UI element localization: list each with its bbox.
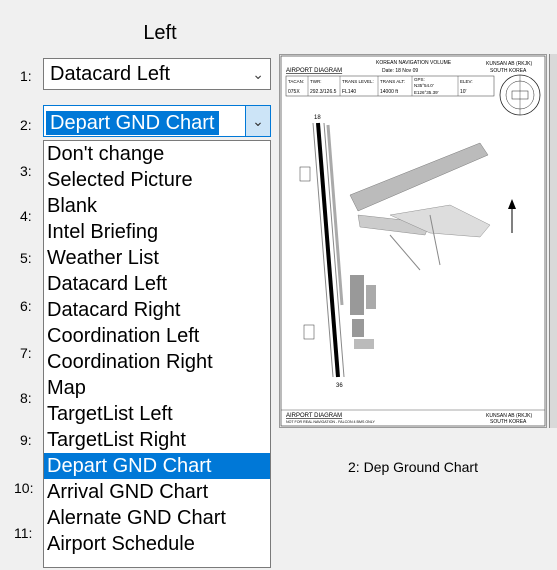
diagram-header-date: Date: 18 Nov 09 [382,68,418,74]
hold-sign [299,166,311,182]
info-value: 075X [288,89,300,95]
diagram-footer-left: AIRPORT DIAGRAM [286,413,342,419]
info-key: TACAN: [288,79,304,84]
row-number: 6: [20,298,32,314]
info-value: 292.3/126.5 [310,89,337,95]
building [354,339,374,349]
dropdown-option[interactable]: TargetList Left [44,401,270,427]
dropdown-option[interactable]: Intel Briefing [44,219,270,245]
airport-diagram-image: KOREAN NAVIGATION VOLUME AIRPORT DIAGRAM… [280,55,546,427]
dropdown-option[interactable]: Don't change [44,141,270,167]
slot-1-select[interactable]: Datacard Left ⌄ [43,58,271,90]
dropdown-option-selected[interactable]: Depart GND Chart [44,453,270,479]
building [366,285,376,309]
slot-2-select[interactable]: Depart GND Chart ⌄ [43,105,271,137]
building [350,275,364,315]
dropdown-option[interactable]: Map [44,375,270,401]
info-key: TRANS LEVEL: [342,79,374,84]
info-value: N35°54.0' [414,83,434,88]
row-number: 8: [20,390,32,406]
hold-sign [303,324,315,340]
diagram-header-top: KOREAN NAVIGATION VOLUME [376,60,452,66]
row-number: 3: [20,163,32,179]
chevron-down-icon[interactable]: ⌄ [252,59,264,89]
dropdown-option[interactable]: Alernate GND Chart [44,505,270,531]
info-key: GPS: [414,77,425,82]
next-preview-edge [549,54,557,428]
row-number: 11: [14,525,33,541]
slot-2-dropdown-list[interactable]: Don't change Selected Picture Blank Inte… [43,140,271,568]
slot-1-value: Datacard Left [50,63,171,85]
row-number: 7: [20,345,32,361]
diagram-footer-right-2: SOUTH KOREA [490,419,527,425]
dropdown-option[interactable]: Arrival GND Chart [44,479,270,505]
dropdown-option[interactable]: Airport Schedule [44,531,270,557]
info-value-gps2: E126°35.39' [414,90,439,95]
row-number: 1: [20,68,32,84]
chart-caption: 2: Dep Ground Chart [348,459,478,475]
dropdown-option[interactable]: Datacard Left [44,271,270,297]
dropdown-option[interactable]: Coordination Right [44,349,270,375]
row-number: 2: [20,117,32,133]
dropdown-option[interactable]: TargetList Right [44,427,270,453]
info-key: TRANS ALT: [380,79,405,84]
info-value: 10' [460,89,467,95]
row-number: 5: [20,250,32,266]
info-key: ELEV: [460,79,473,84]
slot-2-value: Depart GND Chart [46,111,219,135]
dropdown-option[interactable]: Selected Picture [44,167,270,193]
panel-title: Left [143,22,177,44]
dropdown-option[interactable]: Blank [44,193,270,219]
dropdown-option[interactable]: Weather List [44,245,270,271]
row-number: 10: [14,480,34,496]
chart-preview: KOREAN NAVIGATION VOLUME AIRPORT DIAGRAM… [279,54,547,428]
chevron-down-icon[interactable]: ⌄ [245,106,270,136]
row-number: 9: [20,432,32,448]
row-number: 4: [20,208,32,224]
diagram-header-left: AIRPORT DIAGRAM [286,68,342,74]
dropdown-option[interactable]: Datacard Right [44,297,270,323]
building [352,319,364,337]
compass-rose-icon [499,74,541,116]
info-value: 14000 ft [380,89,399,95]
runway-label-top: 18 [314,115,321,121]
dropdown-option[interactable]: Coordination Left [44,323,270,349]
diagram-footer-note: NOT FOR REAL NAVIGATION - FALCON 4 BMS O… [286,420,375,424]
runway-label-bottom: 36 [336,383,343,389]
info-key: TWR: [310,79,322,84]
diagram-header-right-2: SOUTH KOREA [490,68,527,74]
info-value: FL140 [342,89,356,95]
diagram-header-right-1: KUNSAN AB (RKJK) [486,61,532,67]
